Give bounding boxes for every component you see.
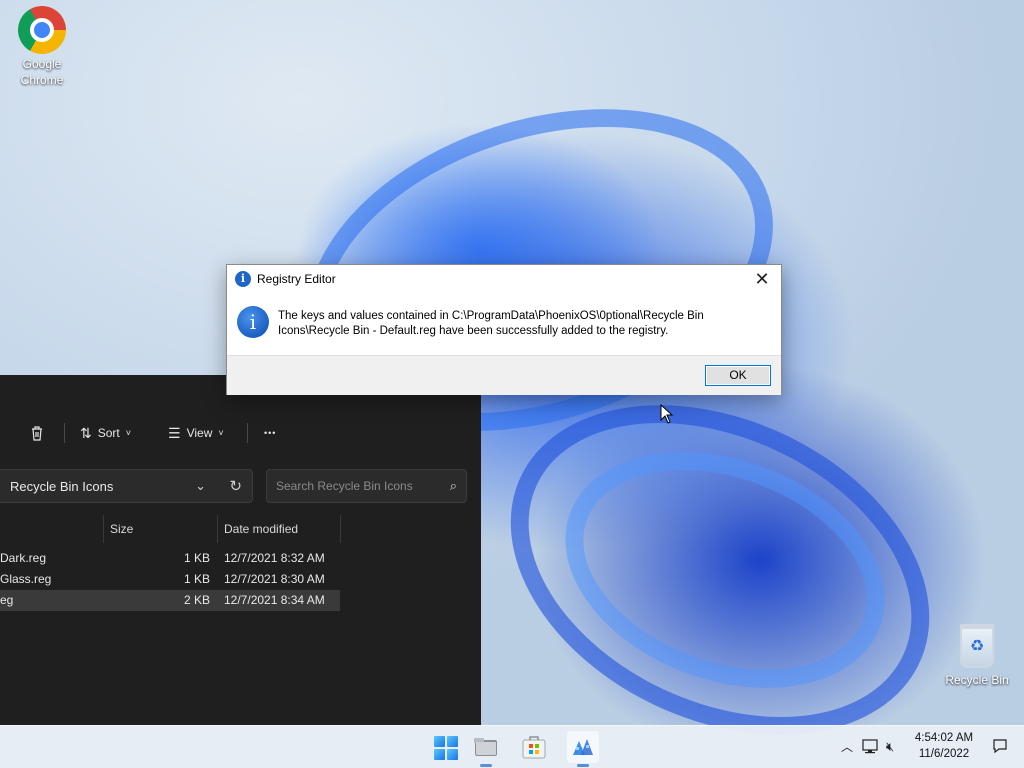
- chrome-icon: [18, 6, 66, 54]
- windows-logo-icon: [434, 736, 445, 747]
- desktop-icon-recycle-bin[interactable]: Recycle Bin: [939, 624, 1015, 688]
- dialog-titlebar: i Registry Editor: [235, 271, 336, 287]
- desktop-icon-label: Recycle Bin: [945, 673, 1009, 687]
- chevron-down-icon: ˅: [125, 428, 132, 438]
- sort-button[interactable]: ⇅ Sort ˅: [80, 421, 131, 445]
- search-input[interactable]: Search Recycle Bin Icons: [276, 479, 413, 493]
- file-size: 1 KB: [183, 551, 210, 565]
- registry-editor-icon: [573, 739, 593, 755]
- file-name: Dark.reg: [0, 551, 47, 565]
- column-headers: Size Date modified: [0, 515, 481, 543]
- file-date: 12/7/2021 8:32 AM: [224, 551, 325, 565]
- registry-editor-dialog: i Registry Editor ✕ i The keys and value…: [226, 264, 782, 395]
- taskbar-clock[interactable]: 4:54:02 AM 11/6/2022: [910, 730, 978, 762]
- search-icon: ⌕: [449, 478, 457, 493]
- clock-date: 11/6/2022: [918, 748, 970, 760]
- sort-label: Sort: [97, 426, 120, 440]
- column-header-size[interactable]: Size: [110, 522, 133, 536]
- file-name: Glass.reg: [0, 572, 52, 586]
- volume-muted-icon[interactable]: 🔇︎: [886, 739, 894, 755]
- dialog-message: The keys and values contained in C:\Prog…: [278, 310, 704, 337]
- file-explorer-window: ⇅ Sort ˅ ☰ View ˅ ••• Recycle Bin Icons …: [0, 375, 481, 725]
- info-icon: i: [235, 271, 251, 287]
- windows-logo-icon: [447, 736, 458, 747]
- explorer-toolbar: ⇅ Sort ˅ ☰ View ˅ •••: [0, 411, 481, 451]
- file-date: 12/7/2021 8:34 AM: [224, 593, 325, 607]
- view-label: View: [186, 426, 213, 440]
- address-path: Recycle Bin Icons: [10, 478, 114, 494]
- start-button[interactable]: [434, 736, 458, 760]
- running-indicator: [577, 764, 589, 767]
- file-size: 2 KB: [183, 593, 210, 607]
- toolbar-divider: [247, 423, 248, 443]
- file-row[interactable]: Glass.reg 1 KB 12/7/2021 8:30 AM: [0, 569, 340, 590]
- dialog-title: Registry Editor: [257, 272, 336, 286]
- network-icon[interactable]: [860, 738, 882, 756]
- windows-logo-icon: [447, 749, 458, 760]
- toolbar-divider: [64, 423, 65, 443]
- notification-bubble-icon: [993, 739, 1007, 754]
- more-icon: •••: [264, 428, 277, 438]
- more-options-button[interactable]: •••: [264, 421, 276, 445]
- file-list: Dark.reg 1 KB 12/7/2021 8:32 AM Glass.re…: [0, 548, 340, 611]
- info-icon: i: [237, 306, 269, 338]
- delete-button[interactable]: [28, 421, 46, 445]
- chevron-down-icon: ˅: [218, 428, 224, 438]
- ok-button[interactable]: OK: [705, 365, 771, 386]
- file-row-selected[interactable]: eg 2 KB 12/7/2021 8:34 AM: [0, 590, 340, 611]
- refresh-icon[interactable]: ↻: [229, 477, 242, 495]
- column-header-date[interactable]: Date modified: [224, 522, 298, 536]
- column-divider: [340, 515, 341, 543]
- file-date: 12/7/2021 8:30 AM: [224, 572, 325, 586]
- view-button[interactable]: ☰ View ˅: [168, 421, 224, 445]
- taskbar-microsoft-store[interactable]: [518, 731, 550, 763]
- desktop-icon-label: Google Chrome: [20, 57, 64, 87]
- column-divider: [217, 515, 218, 543]
- notifications-icon[interactable]: [992, 738, 1008, 757]
- address-bar[interactable]: Recycle Bin Icons ⌄ ↻: [0, 469, 253, 503]
- column-divider: [103, 515, 104, 543]
- folder-icon: [474, 738, 497, 756]
- view-icon: ☰: [168, 424, 181, 441]
- chevron-down-icon[interactable]: ⌄: [195, 478, 206, 494]
- close-button[interactable]: ✕: [751, 268, 773, 290]
- sort-icon: ⇅: [80, 424, 92, 441]
- mouse-cursor-icon: [660, 404, 674, 424]
- recycle-bin-icon: [960, 624, 994, 668]
- file-name: eg: [0, 593, 14, 607]
- taskbar-registry-editor[interactable]: [567, 731, 599, 767]
- chevron-up-icon[interactable]: ︿: [838, 738, 856, 755]
- trash-icon: [32, 426, 42, 441]
- store-icon: [522, 736, 546, 759]
- file-row[interactable]: Dark.reg 1 KB 12/7/2021 8:32 AM: [0, 548, 340, 569]
- system-tray: ︿ 🔇︎: [838, 725, 894, 768]
- dialog-footer: OK: [227, 355, 781, 395]
- running-indicator: [480, 764, 492, 767]
- search-box[interactable]: Search Recycle Bin Icons ⌕: [266, 469, 467, 503]
- windows-logo-icon: [434, 749, 445, 760]
- taskbar-file-explorer[interactable]: [470, 731, 502, 767]
- clock-time: 4:54:02 AM: [914, 732, 974, 744]
- file-size: 1 KB: [183, 572, 210, 586]
- desktop-icon-chrome[interactable]: Google Chrome: [4, 6, 80, 88]
